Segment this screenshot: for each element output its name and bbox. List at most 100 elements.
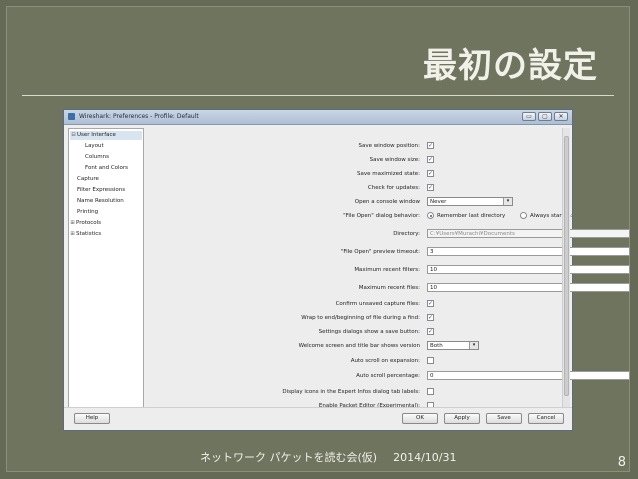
pref-settings-save-button: Settings dialogs show a save button: ✓ <box>146 327 562 337</box>
pref-expert-infos-icons: Display icons in the Expert Infos dialog… <box>146 387 562 397</box>
pref-preview-timeout: "File Open" preview timeout: 3 <box>146 247 630 257</box>
pref-label: Maximum recent filters: <box>354 267 420 273</box>
welcome-version-select[interactable]: Both ▾ <box>427 341 479 350</box>
footer-text: ネットワーク パケットを読む会(仮) <box>200 451 378 464</box>
select-value: Both <box>430 343 443 349</box>
page-number: 8 <box>617 455 626 470</box>
title-divider <box>22 95 614 96</box>
check-for-updates-checkbox[interactable]: ✓ <box>427 184 434 191</box>
tree-item-label: User Interface <box>77 132 116 138</box>
pref-label: Settings dialogs show a save button: <box>318 329 420 335</box>
tree-item-label: Protocols <box>76 220 102 226</box>
tree-item-font-and-colors[interactable]: Font and Colors <box>85 164 128 173</box>
pref-label: "File Open" dialog behavior: <box>343 213 420 219</box>
pref-label: Display icons in the Expert Infos dialog… <box>282 389 420 395</box>
pref-label: Save window position: <box>358 143 420 149</box>
expand-icon[interactable]: ⊞ <box>69 230 76 239</box>
maximize-button[interactable]: ▢ <box>538 112 552 121</box>
pref-label: Open a console window <box>354 199 420 205</box>
pref-label: Directory: <box>393 231 420 237</box>
save-button[interactable]: Save <box>486 413 522 424</box>
auto-scroll-percentage-input[interactable]: 0 <box>427 371 630 380</box>
vertical-scrollbar[interactable] <box>562 128 570 408</box>
pref-label: Save maximized state: <box>357 171 420 177</box>
pref-file-open-behavior: "File Open" dialog behavior: Remember la… <box>146 211 572 221</box>
max-recent-filters-input[interactable]: 10 <box>427 265 630 274</box>
settings-save-button-checkbox[interactable]: ✓ <box>427 328 434 335</box>
tree-item-label: Layout <box>85 143 104 149</box>
wireshark-icon <box>68 113 75 120</box>
expert-infos-icons-checkbox[interactable] <box>427 388 434 395</box>
tree-item-label: Filter Expressions <box>77 187 126 193</box>
pref-save-window-size: Save window size: ✓ <box>146 155 562 165</box>
chevron-down-icon[interactable]: ▾ <box>469 342 478 349</box>
pref-label: Confirm unsaved capture files: <box>335 301 420 307</box>
tree-item-name-resolution[interactable]: Name Resolution <box>77 197 124 206</box>
pref-label: "File Open" preview timeout: <box>340 249 420 255</box>
auto-scroll-expansion-checkbox[interactable] <box>427 357 434 364</box>
slide-footer: ネットワーク パケットを読む会(仮) 2014/10/31 <box>200 449 457 465</box>
tree-item-label: Printing <box>77 209 99 215</box>
pref-welcome-version: Welcome screen and title bar shows versi… <box>146 341 562 351</box>
tree-item-protocols[interactable]: ⊞Protocols <box>69 219 101 228</box>
pref-auto-scroll-expansion: Auto scroll on expansion: <box>146 356 562 366</box>
tree-item-label: Statistics <box>76 231 102 237</box>
pref-confirm-unsaved: Confirm unsaved capture files: ✓ <box>146 299 562 309</box>
directory-input[interactable]: C:¥Users¥Murachi¥Documents <box>427 229 630 238</box>
cancel-button[interactable]: Cancel <box>528 413 564 424</box>
save-maximized-state-checkbox[interactable]: ✓ <box>427 170 434 177</box>
wrap-find-checkbox[interactable]: ✓ <box>427 314 434 321</box>
footer-date: 2014/10/31 <box>393 451 457 464</box>
preferences-tree: ⊟User Interface Layout Columns Font and … <box>68 128 144 408</box>
scrollbar-thumb[interactable] <box>564 136 569 396</box>
tree-item-user-interface[interactable]: ⊟User Interface <box>70 131 142 140</box>
expand-icon[interactable]: ⊞ <box>69 219 76 228</box>
pref-label: Welcome screen and title bar shows versi… <box>298 343 420 349</box>
pref-open-console-window: Open a console window Never ▾ <box>146 197 562 207</box>
window-titlebar[interactable]: Wireshark: Preferences - Profile: Defaul… <box>64 110 572 125</box>
preview-timeout-input[interactable]: 3 <box>427 247 630 256</box>
console-window-select[interactable]: Never ▾ <box>427 197 513 206</box>
pref-label: Check for updates: <box>367 185 420 191</box>
tree-item-columns[interactable]: Columns <box>85 153 109 162</box>
tree-item-capture[interactable]: Capture <box>77 175 99 184</box>
ok-button[interactable]: OK <box>402 413 438 424</box>
save-window-size-checkbox[interactable]: ✓ <box>427 156 434 163</box>
pref-label: Auto scroll on expansion: <box>350 358 420 364</box>
close-button[interactable]: ✕ <box>554 112 568 121</box>
pref-max-recent-files: Maximum recent files: 10 <box>146 283 630 293</box>
confirm-unsaved-checkbox[interactable]: ✓ <box>427 300 434 307</box>
pref-label: Save window size: <box>369 157 420 163</box>
tree-item-printing[interactable]: Printing <box>77 208 98 217</box>
radio-label: Remember last directory <box>437 213 506 219</box>
window-title: Wireshark: Preferences - Profile: Defaul… <box>79 113 199 120</box>
remember-last-directory-radio[interactable] <box>427 212 434 219</box>
tree-item-layout[interactable]: Layout <box>85 142 104 151</box>
minimize-button[interactable]: ▭ <box>522 112 536 121</box>
apply-button[interactable]: Apply <box>444 413 480 424</box>
tree-item-statistics[interactable]: ⊞Statistics <box>69 230 101 239</box>
pref-check-for-updates: Check for updates: ✓ <box>146 183 562 193</box>
max-recent-files-input[interactable]: 10 <box>427 283 630 292</box>
preferences-panel: Save window position: ✓ Save window size… <box>146 128 630 409</box>
pref-max-recent-filters: Maximum recent filters: 10 <box>146 265 630 275</box>
tree-item-label: Columns <box>85 154 109 160</box>
save-window-position-checkbox[interactable]: ✓ <box>427 142 434 149</box>
always-start-in-radio[interactable] <box>520 212 527 219</box>
collapse-icon[interactable]: ⊟ <box>70 131 77 140</box>
pref-label: Maximum recent files: <box>358 285 420 291</box>
preferences-window: Wireshark: Preferences - Profile: Defaul… <box>63 109 630 431</box>
pref-wrap-find: Wrap to end/beginning of file during a f… <box>146 313 562 323</box>
dialog-button-bar: Help OK Apply Save Cancel <box>64 407 572 430</box>
tree-item-label: Font and Colors <box>85 165 129 171</box>
pref-save-window-position: Save window position: ✓ <box>146 141 562 151</box>
tree-item-filter-expressions[interactable]: Filter Expressions <box>77 186 125 195</box>
tree-item-label: Capture <box>77 176 99 182</box>
select-value: Never <box>430 199 447 205</box>
pref-label: Auto scroll percentage: <box>356 373 420 379</box>
pref-directory: Directory: C:¥Users¥Murachi¥Documents <box>146 229 630 239</box>
slide-title: 最初の設定 <box>423 46 598 86</box>
chevron-down-icon[interactable]: ▾ <box>503 198 512 205</box>
help-button[interactable]: Help <box>74 413 110 424</box>
pref-label: Wrap to end/beginning of file during a f… <box>301 315 420 321</box>
